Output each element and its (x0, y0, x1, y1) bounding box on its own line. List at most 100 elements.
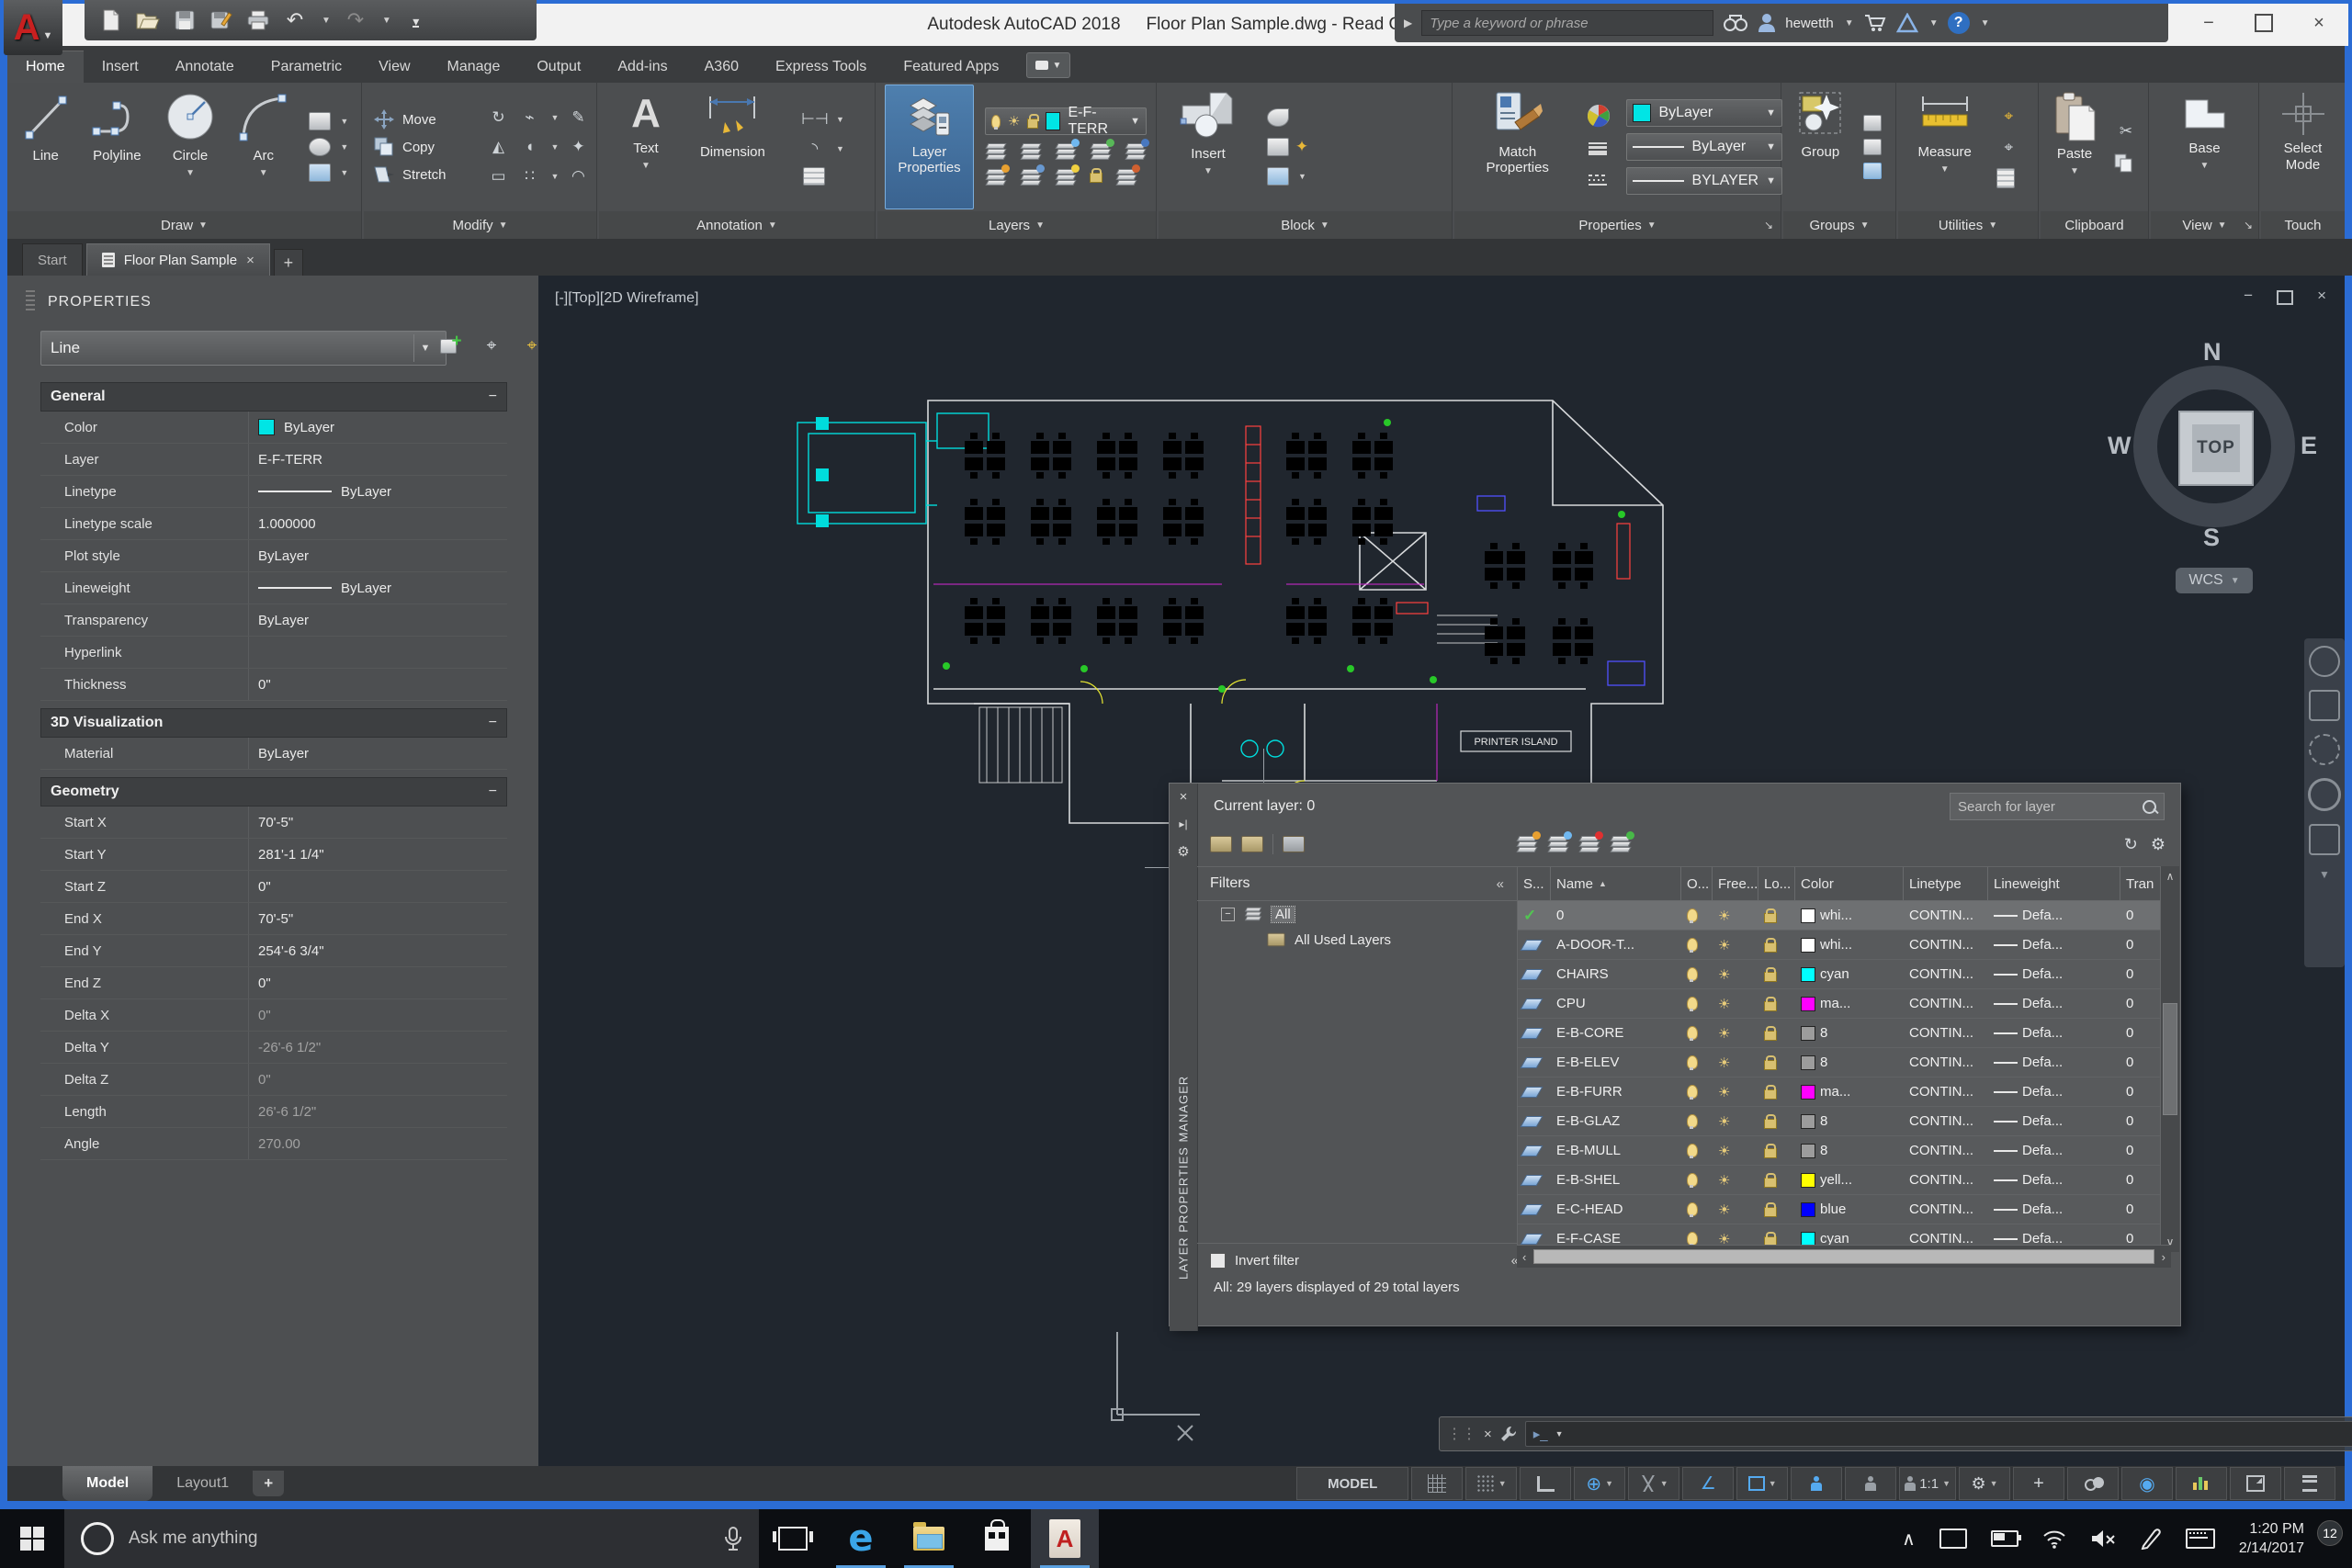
ribbon-tab-view[interactable]: View (360, 51, 428, 83)
layer-freeze-sun-icon[interactable]: ☀ (1718, 1201, 1730, 1218)
ellipse-icon[interactable] (309, 138, 332, 156)
layer-cell[interactable]: ☀ (1713, 1136, 1758, 1165)
help-dropdown-icon[interactable]: ▼ (1981, 18, 1990, 28)
ribbon-tab-add-ins[interactable]: Add-ins (599, 51, 685, 83)
taskbar-store[interactable] (963, 1509, 1031, 1568)
layer-on-bulb-icon[interactable] (1687, 1114, 1698, 1129)
rectangle-icon[interactable] (309, 112, 332, 130)
layer-cell[interactable] (1758, 1107, 1795, 1135)
layer-cell[interactable] (1518, 1136, 1551, 1165)
property-value[interactable]: E-F-TERR (248, 444, 507, 475)
measure-button[interactable]: Measure ▼ (1910, 85, 1980, 209)
invert-filter-checkbox[interactable] (1210, 1252, 1226, 1269)
pan-icon[interactable] (2309, 690, 2340, 721)
layer-cell[interactable]: 0 (2120, 901, 2161, 930)
layer-cell[interactable] (1758, 1019, 1795, 1047)
property-value[interactable] (248, 637, 507, 668)
layer-lock-icon[interactable] (1764, 908, 1777, 923)
user-dropdown-icon[interactable]: ▼ (1845, 18, 1854, 28)
object-snap-toggle[interactable]: ▼ (1736, 1467, 1789, 1500)
layer-isolate-icon[interactable] (1020, 142, 1042, 161)
property-value[interactable]: 0" (248, 1064, 507, 1095)
new-group-filter-icon[interactable] (1241, 836, 1263, 852)
text-button[interactable]: A Text ▼ (624, 85, 668, 209)
select-objects-icon[interactable]: ⌖ (478, 333, 505, 360)
layer-cell[interactable] (1758, 1136, 1795, 1165)
new-file-icon[interactable] (99, 8, 123, 32)
start-button[interactable] (0, 1509, 64, 1568)
arc-dropdown-icon[interactable]: ▼ (259, 168, 268, 178)
ungroup-icon[interactable] (1862, 115, 1882, 131)
linetype-combo[interactable]: BYLAYER ▼ (1626, 167, 1782, 195)
layer-color-swatch[interactable] (1801, 1201, 1815, 1217)
layer-lock-icon[interactable] (1764, 966, 1777, 982)
layer-cell[interactable]: Defa... (1988, 1166, 2120, 1194)
array-icon[interactable]: ∷ (518, 165, 542, 187)
lpm-properties-icon[interactable]: ⚙ (1177, 843, 1189, 860)
hatch-icon[interactable] (309, 164, 332, 182)
wifi-icon[interactable] (2042, 1529, 2066, 1549)
ribbon-tab-a360[interactable]: A360 (686, 51, 757, 83)
clock[interactable]: 1:20 PM 2/14/2017 (2239, 1519, 2304, 1558)
close-button[interactable]: × (2291, 4, 2346, 42)
viewport-restore-icon[interactable] (2277, 290, 2294, 305)
layer-color-swatch[interactable] (1801, 966, 1815, 982)
layer-cell[interactable]: CONTIN... (1904, 1195, 1988, 1224)
layer-freeze-sun-icon[interactable]: ☀ (1718, 1025, 1730, 1042)
fillet-icon[interactable]: ◖ (518, 136, 542, 158)
property-value[interactable]: ByLayer (248, 540, 507, 571)
layer-freeze-sun-icon[interactable]: ☀ (1718, 1113, 1730, 1130)
layer-cell[interactable] (1681, 1136, 1713, 1165)
steering-wheel-icon[interactable] (2309, 646, 2340, 677)
layer-cell[interactable]: E-B-FURR (1551, 1077, 1681, 1106)
section-header-general[interactable]: General − (40, 382, 507, 412)
line-button[interactable]: Line (15, 85, 77, 209)
layer-walk-icon[interactable] (1115, 164, 1140, 186)
layer-color-swatch[interactable] (1801, 1025, 1815, 1041)
command-wrench-icon[interactable] (1499, 1425, 1518, 1443)
layer-lock-icon[interactable] (1764, 1025, 1777, 1041)
properties-dialog-launcher-icon[interactable]: ↘ (1764, 219, 1773, 231)
layer-row-0[interactable]: ✓ 0 ☀ whi... CONTIN... Defa... 0 (1518, 901, 2161, 931)
file-tab-document[interactable]: Floor Plan Sample × (85, 243, 270, 276)
layer-cell[interactable]: CONTIN... (1904, 931, 1988, 959)
layer-column-0[interactable]: S... (1518, 867, 1551, 900)
panel-label-clipboard[interactable]: Clipboard (2041, 211, 2148, 239)
layer-cell[interactable] (1518, 1048, 1551, 1077)
layer-cell[interactable]: CONTIN... (1904, 1166, 1988, 1194)
set-current-layer-icon[interactable] (1610, 831, 1634, 853)
layer-cell[interactable] (1518, 1019, 1551, 1047)
layer-row-e-c-head[interactable]: E-C-HEAD ☀ blue CONTIN... Defa... 0 (1518, 1195, 2161, 1224)
layer-lock-icon[interactable] (1764, 1143, 1777, 1158)
layer-row-e-b-furr[interactable]: E-B-FURR ☀ ma... CONTIN... Defa... 0 (1518, 1077, 2161, 1107)
layer-color-swatch[interactable] (1801, 1172, 1815, 1188)
ribbon-tab-parametric[interactable]: Parametric (253, 51, 360, 83)
property-value[interactable]: 1.000000 (248, 508, 507, 539)
ribbon-tab-output[interactable]: Output (518, 51, 599, 83)
customization-button[interactable] (2284, 1467, 2335, 1500)
lpm-autohide-icon[interactable]: ▸| (1179, 818, 1187, 830)
layer-freeze-sun-icon[interactable]: ☀ (1718, 937, 1730, 953)
a360-dropdown-icon[interactable]: ▼ (1929, 18, 1939, 28)
filter-tree-all-used[interactable]: All Used Layers (1197, 927, 1517, 953)
drawing-viewport[interactable]: [-][Top][2D Wireframe] − × #plan-walls p… (538, 276, 2352, 1466)
toggle-pickadd-icon[interactable]: + (437, 332, 465, 360)
property-value[interactable]: 270.00 (248, 1128, 507, 1159)
layer-cell[interactable]: cyan (1795, 960, 1904, 988)
layer-lock-icon[interactable] (1764, 1172, 1777, 1188)
minimize-button[interactable]: − (2181, 4, 2236, 42)
property-value[interactable]: 0" (248, 999, 507, 1031)
layer-cell[interactable] (1758, 931, 1795, 959)
ribbon-tab-insert[interactable]: Insert (84, 51, 157, 83)
layer-cell[interactable]: ☀ (1713, 1019, 1758, 1047)
snap-mode-toggle[interactable]: ▼ (1465, 1467, 1518, 1500)
layer-column-4[interactable]: Lo... (1758, 867, 1795, 900)
layer-cell[interactable]: CONTIN... (1904, 901, 1988, 930)
arc-button[interactable]: Arc ▼ (231, 85, 297, 209)
layer-color-swatch[interactable] (1801, 1143, 1815, 1158)
model-tab[interactable]: Model (62, 1466, 153, 1501)
layer-column-2[interactable]: O... (1681, 867, 1713, 900)
layer-cell[interactable] (1518, 1195, 1551, 1224)
layer-cell[interactable] (1518, 989, 1551, 1018)
select-mode-button[interactable]: Select Mode (2261, 85, 2345, 209)
